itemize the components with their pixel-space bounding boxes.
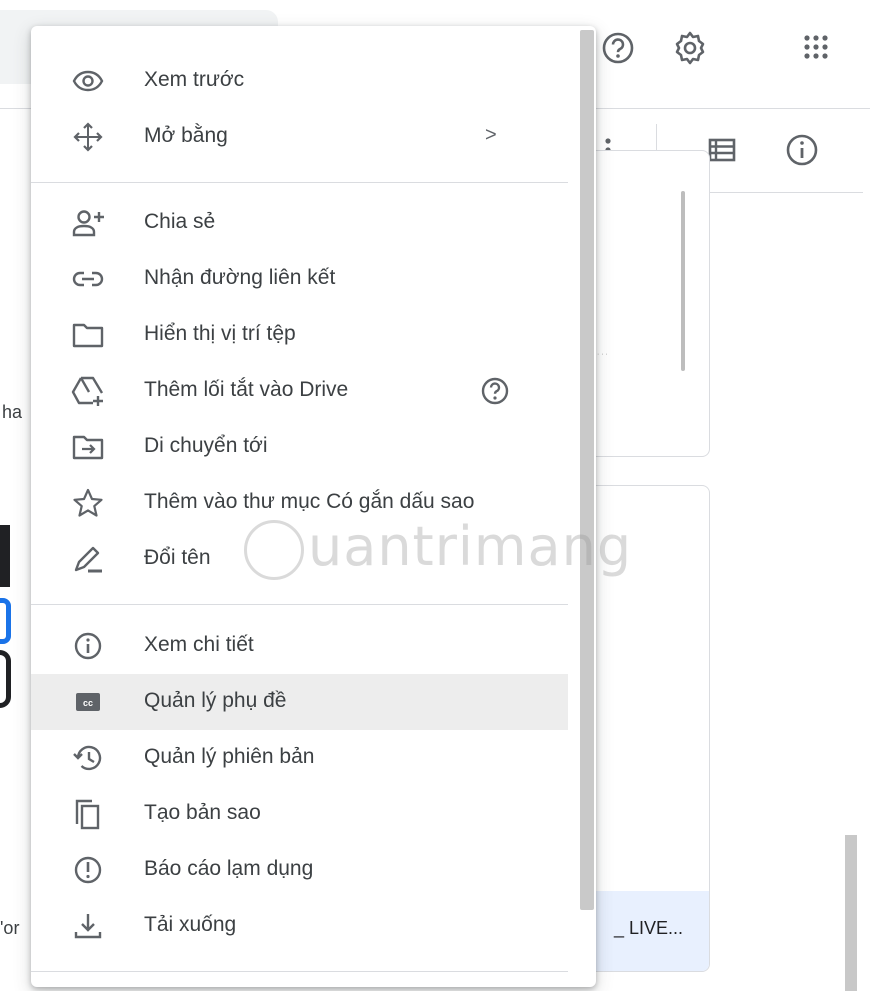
star-icon bbox=[71, 487, 105, 519]
menu-item-preview[interactable]: Xem trước bbox=[31, 53, 568, 109]
info-icon[interactable] bbox=[782, 130, 822, 170]
menu-item-label: Mở bằng bbox=[144, 124, 228, 147]
left-card-text: ha bbox=[2, 402, 23, 422]
menu-item-open-with[interactable]: Mở bằng > bbox=[31, 109, 568, 165]
settings-icon[interactable] bbox=[670, 28, 710, 68]
apps-grid-icon[interactable] bbox=[796, 28, 836, 68]
menu-item-label: Tải xuống bbox=[144, 913, 237, 936]
menu-scrollbar[interactable] bbox=[580, 30, 594, 910]
menu-item-add-to-starred[interactable]: Thêm vào thư mục Có gắn dấu sao bbox=[31, 475, 568, 531]
menu-item-share[interactable]: Chia sẻ bbox=[31, 195, 568, 251]
menu-item-label: Thêm vào thư mục Có gắn dấu sao bbox=[144, 490, 475, 513]
move-folder-icon bbox=[71, 431, 105, 463]
menu-item-manage-captions[interactable]: cc Quản lý phụ đề bbox=[31, 674, 568, 730]
menu-item-show-file-location[interactable]: Hiển thị vị trí tệp bbox=[31, 307, 568, 363]
menu-item-label: Tạo bản sao bbox=[144, 801, 261, 824]
menu-item-view-details[interactable]: Xem chi tiết bbox=[31, 618, 568, 674]
submenu-chevron-icon: > bbox=[485, 124, 497, 146]
menu-item-label: Hiển thị vị trí tệp bbox=[144, 322, 296, 345]
menu-item-label: Quản lý phiên bản bbox=[144, 745, 315, 768]
pencil-icon bbox=[71, 543, 105, 575]
help-icon[interactable] bbox=[598, 28, 638, 68]
left-card-text: 'or bbox=[0, 918, 20, 938]
menu-item-move-to[interactable]: Di chuyển tới bbox=[31, 419, 568, 475]
info-icon bbox=[71, 630, 105, 662]
menu-item-label: Nhận đường liên kết bbox=[144, 266, 336, 289]
download-icon bbox=[71, 910, 105, 942]
menu-item-label: Thêm lối tắt vào Drive bbox=[144, 378, 349, 401]
report-icon bbox=[71, 854, 105, 886]
copy-icon bbox=[71, 798, 105, 830]
menu-item-download[interactable]: Tải xuống bbox=[31, 898, 568, 954]
left-thumbnail-mark bbox=[0, 525, 10, 587]
menu-item-add-shortcut[interactable]: Thêm lối tắt vào Drive bbox=[31, 363, 568, 419]
menu-item-label: Xem trước bbox=[144, 68, 245, 91]
page-scrollbar[interactable] bbox=[845, 835, 857, 991]
context-menu: Xem trước Mở bằng > Chia sẻ Nhận đường l… bbox=[31, 26, 596, 987]
menu-divider bbox=[31, 604, 568, 605]
menu-item-get-link[interactable]: Nhận đường liên kết bbox=[31, 251, 568, 307]
drive-shortcut-icon bbox=[71, 375, 105, 407]
menu-item-label: Xem chi tiết bbox=[144, 633, 254, 656]
move-arrows-icon bbox=[71, 121, 105, 153]
link-icon bbox=[71, 263, 105, 295]
left-thumbnail-mark bbox=[0, 650, 11, 708]
menu-item-label: Báo cáo lạm dụng bbox=[144, 857, 314, 880]
menu-divider bbox=[31, 971, 568, 972]
menu-item-manage-versions[interactable]: Quản lý phiên bản bbox=[31, 730, 568, 786]
menu-item-label: Chia sẻ bbox=[144, 210, 216, 233]
menu-item-make-copy[interactable]: Tạo bản sao bbox=[31, 786, 568, 842]
left-thumbnail-mark bbox=[0, 598, 11, 644]
menu-item-label: Đổi tên bbox=[144, 546, 211, 569]
menu-item-report-abuse[interactable]: Báo cáo lạm dụng bbox=[31, 842, 568, 898]
preview-scrollbar bbox=[681, 191, 685, 371]
folder-icon bbox=[71, 319, 105, 351]
menu-divider bbox=[31, 182, 568, 183]
menu-item-label: Quản lý phụ đề bbox=[144, 689, 287, 712]
file-name: _ LIVE... bbox=[613, 918, 683, 938]
menu-item-label: Di chuyển tới bbox=[144, 434, 268, 457]
eye-icon bbox=[71, 65, 105, 97]
menu-item-rename[interactable]: Đổi tên bbox=[31, 531, 568, 587]
svg-text:cc: cc bbox=[83, 698, 93, 708]
closed-caption-icon: cc bbox=[71, 686, 105, 718]
history-icon bbox=[71, 742, 105, 774]
person-add-icon bbox=[71, 207, 105, 239]
preview-text: · · · bbox=[597, 351, 608, 358]
help-icon[interactable] bbox=[479, 375, 511, 407]
header-icons bbox=[596, 28, 870, 72]
